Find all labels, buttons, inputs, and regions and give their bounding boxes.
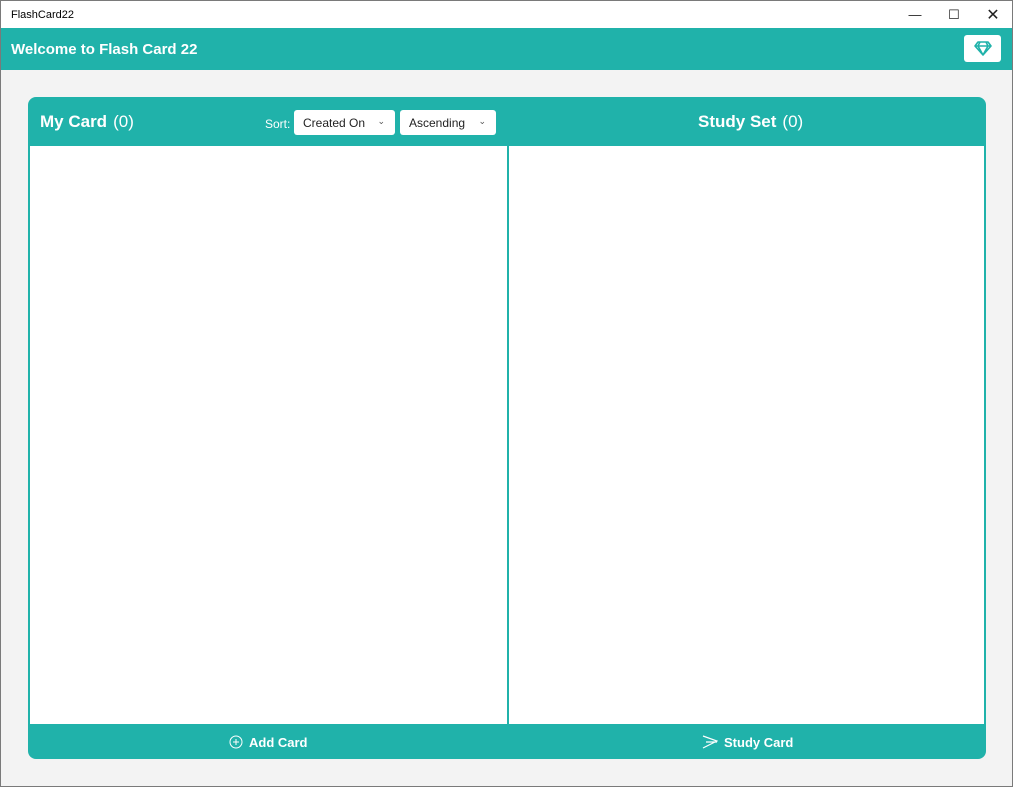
study-set-list[interactable] [509,146,984,724]
lists-area [30,146,984,724]
window-title: FlashCard22 [11,8,74,21]
study-card-button[interactable]: Study Card [702,730,793,754]
sort-label: Sort: [265,117,291,131]
my-card-list[interactable] [30,146,507,724]
app-header: Welcome to Flash Card 22 [1,28,1012,70]
sort-order-value: Ascending [409,115,466,130]
sort-order-select[interactable]: Ascending ⌄ [400,110,496,135]
study-set-count: (0) [782,111,804,131]
header-title: Welcome to Flash Card 22 [11,40,198,58]
chevron-down-icon: ⌄ [377,116,385,126]
diamond-icon [973,41,992,56]
my-card-heading: My Card (0) [40,97,134,146]
my-card-count: (0) [113,111,134,131]
chevron-down-icon: ⌄ [478,116,486,126]
my-card-title: My Card [40,111,108,131]
sort-field-select[interactable]: Created On ⌄ [294,110,395,135]
sort-field-value: Created On [303,115,366,130]
maximize-button[interactable]: ☐ [935,1,973,28]
study-card-label: Study Card [724,734,794,750]
premium-button[interactable] [964,35,1001,62]
title-bar: FlashCard22 — ☐ ✕ [1,1,1012,28]
add-card-button[interactable]: Add Card [229,730,308,754]
study-set-title: Study Set [698,111,777,131]
app-window: FlashCard22 — ☐ ✕ Welcome to Flash Card … [0,0,1013,787]
close-button[interactable]: ✕ [974,1,1012,28]
add-card-label: Add Card [249,734,308,750]
plus-circle-icon [229,735,243,749]
cards-panel: My Card (0) Sort: Created On ⌄ Ascending ⌄ … [28,97,986,759]
send-icon [702,735,718,749]
minimize-button[interactable]: — [896,1,934,28]
study-set-heading: Study Set (0) [698,97,803,146]
